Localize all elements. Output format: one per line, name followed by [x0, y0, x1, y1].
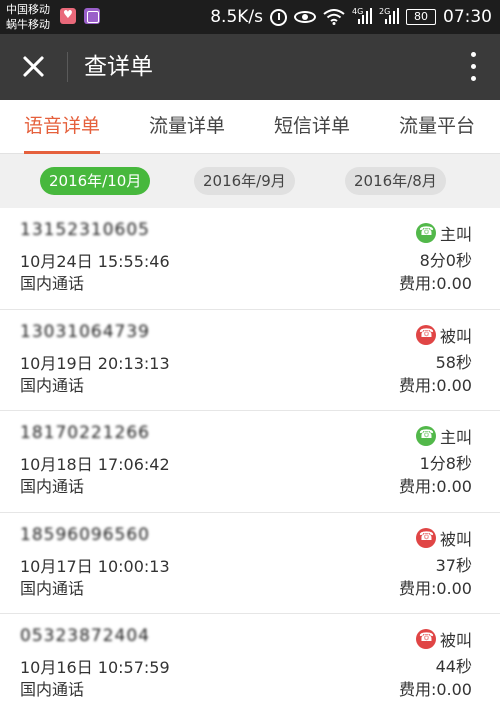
call-datetime: 10月24日 15:55:46 [20, 252, 170, 271]
call-duration: 8分0秒 [419, 251, 472, 270]
battery-icon: 80 [406, 9, 436, 25]
direction-label: 主叫 [439, 428, 472, 447]
phone-number: 13031064739 [20, 321, 150, 342]
close-icon[interactable] [14, 47, 54, 87]
call-record[interactable]: 13152310605 10月24日 15:55:46 国内通话 主叫 8分0秒… [0, 208, 500, 310]
signal-4g-icon: 4G [352, 7, 372, 26]
call-direction: 主叫 [415, 425, 472, 447]
direction-label: 主叫 [439, 225, 472, 244]
wifi-icon [323, 9, 345, 25]
call-type: 国内通话 [20, 274, 85, 293]
incoming-call-icon [415, 629, 436, 649]
outgoing-call-icon [415, 223, 436, 243]
call-record[interactable]: 05323872404 10月16日 10:57:59 国内通话 被叫 44秒 … [0, 614, 500, 711]
app-bar: 查详单 [0, 34, 500, 100]
phone-number: 05323872404 [20, 626, 150, 646]
call-fee: 费用:0.00 [398, 274, 472, 293]
phone-number: 13152310605 [20, 220, 150, 240]
call-duration: 1分8秒 [419, 454, 472, 473]
call-duration: 58秒 [435, 352, 472, 372]
call-type: 国内通话 [20, 680, 85, 699]
signal-2g-icon: 2G [379, 7, 399, 26]
gallery-app-icon [84, 8, 100, 24]
outgoing-call-icon [415, 426, 436, 446]
month-2016-08[interactable]: 2016年/8月 [345, 167, 446, 195]
phone-number: 18596096560 [20, 524, 150, 545]
eye-icon [294, 11, 316, 23]
call-datetime: 10月16日 10:57:59 [20, 658, 170, 677]
tab-data-details[interactable]: 流量详单 [149, 100, 225, 154]
tab-data-platform[interactable]: 流量平台 [399, 100, 475, 154]
call-fee: 费用:0.00 [398, 477, 472, 496]
call-direction: 被叫 [415, 324, 472, 346]
call-duration: 37秒 [435, 555, 472, 575]
net-tag-4g: 4G [352, 7, 364, 16]
call-direction: 主叫 [415, 222, 472, 244]
call-type: 国内通话 [20, 578, 85, 598]
status-indicators: 8.5K/s 4G 2G 80 07:30 [210, 0, 492, 34]
direction-label: 被叫 [439, 529, 472, 549]
month-filter: 2016年/10月 2016年/9月 2016年/8月 [0, 154, 500, 208]
call-datetime: 10月19日 20:13:13 [20, 353, 170, 373]
call-datetime: 10月18日 17:06:42 [20, 455, 170, 474]
call-direction: 被叫 [415, 527, 472, 549]
network-speed: 8.5K/s [210, 7, 263, 27]
call-type: 国内通话 [20, 375, 85, 395]
carrier-secondary: 蜗牛移动 [6, 18, 50, 31]
call-direction: 被叫 [415, 628, 472, 650]
call-fee: 费用:0.00 [398, 578, 472, 598]
net-tag-2g: 2G [379, 7, 391, 16]
call-record-list: 13152310605 10月24日 15:55:46 国内通话 主叫 8分0秒… [0, 208, 500, 711]
tab-sms-details[interactable]: 短信详单 [274, 100, 350, 154]
direction-label: 被叫 [439, 631, 472, 650]
call-datetime: 10月17日 10:00:13 [20, 556, 170, 576]
month-2016-10[interactable]: 2016年/10月 [40, 167, 151, 195]
call-record[interactable]: 18596096560 10月17日 10:00:13 国内通话 被叫 37秒 … [0, 512, 500, 614]
call-fee: 费用:0.00 [398, 680, 472, 699]
incoming-call-icon [415, 527, 436, 548]
clock: 07:30 [443, 7, 492, 27]
incoming-call-icon [415, 324, 436, 345]
call-type: 国内通话 [20, 477, 85, 496]
month-2016-09[interactable]: 2016年/9月 [194, 167, 295, 195]
direction-label: 被叫 [439, 326, 472, 346]
more-options-icon[interactable] [468, 52, 478, 82]
call-record[interactable]: 18170221266 10月18日 17:06:42 国内通话 主叫 1分8秒… [0, 411, 500, 513]
heart-app-icon [60, 8, 76, 24]
call-duration: 44秒 [435, 657, 472, 676]
phone-number: 18170221266 [20, 423, 150, 443]
carrier-info: 中国移动 蜗牛移动 [6, 2, 50, 32]
title-divider [67, 52, 68, 82]
status-bar: 中国移动 蜗牛移动 8.5K/s 4G 2G 80 07:30 [0, 0, 500, 34]
call-record[interactable]: 13031064739 10月19日 20:13:13 国内通话 被叫 58秒 … [0, 309, 500, 411]
call-fee: 费用:0.00 [398, 375, 472, 395]
carrier-primary: 中国移动 [6, 3, 50, 16]
alarm-icon [270, 8, 287, 26]
page-title: 查详单 [84, 54, 153, 80]
tab-bar: 语音详单 流量详单 短信详单 流量平台 [0, 100, 500, 154]
tab-voice-details[interactable]: 语音详单 [24, 100, 101, 154]
